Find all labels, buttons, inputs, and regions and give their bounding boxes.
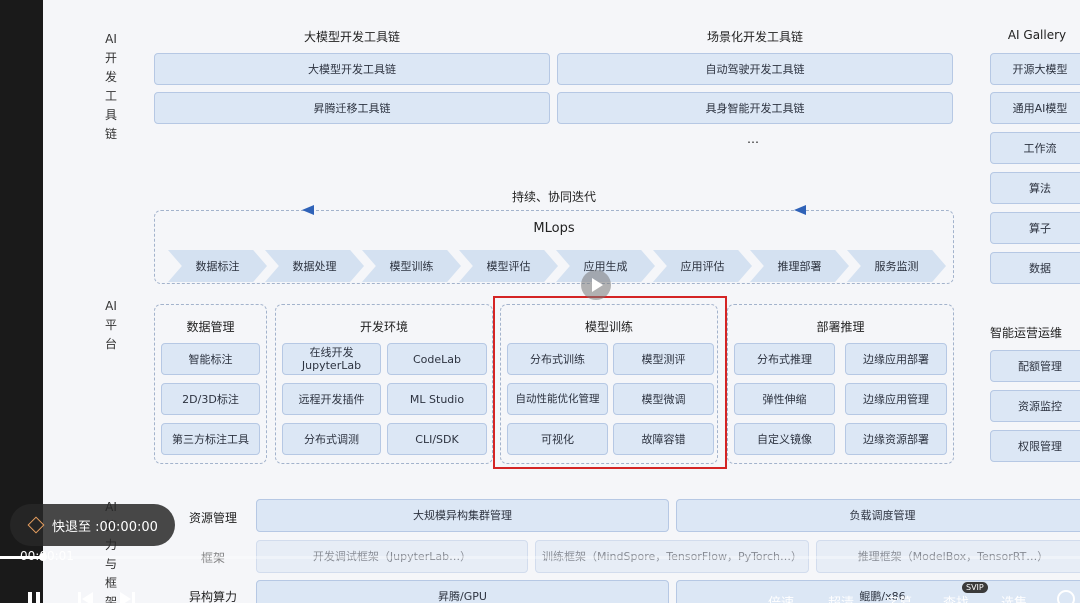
deploy-item: 边缘应用部署	[845, 343, 947, 375]
dev-env-item: CodeLab	[387, 343, 487, 375]
dev-env-item: 在线开发 JupyterLab	[282, 343, 381, 375]
toolchain-item: 具身智能开发工具链	[557, 92, 953, 124]
toolchain-item: 昇腾迁移工具链	[154, 92, 550, 124]
fast-forward-text: 快退至 :00:00:00	[52, 519, 158, 535]
dev-env-item: 分布式调测	[282, 423, 381, 455]
subtitle-button[interactable]: 字幕	[886, 592, 912, 603]
dev-env-title: 开发环境	[359, 320, 408, 334]
next-icon[interactable]	[120, 592, 136, 603]
deploy-item: 自定义镜像	[734, 423, 835, 455]
data-mgmt-item: 智能标注	[161, 343, 260, 375]
platform-side-label: AI平台	[104, 299, 117, 351]
dev-env-item: CLI/SDK	[387, 423, 487, 455]
infra-row-label: 异构算力	[188, 590, 237, 603]
data-mgmt-item: 第三方标注工具	[161, 423, 260, 455]
mlops-step: 模型训练	[362, 250, 461, 282]
mlops-step: 服务监测	[847, 250, 946, 282]
toolchain-col1-title: 大模型开发工具链	[303, 30, 400, 44]
ops-item: 权限管理	[990, 430, 1080, 462]
highlight-frame	[493, 296, 727, 469]
deploy-title: 部署推理	[816, 320, 865, 334]
progress-bar[interactable]	[0, 556, 1080, 559]
center-play-button[interactable]	[581, 270, 611, 300]
deploy-item: 边缘资源部署	[845, 423, 947, 455]
ops-item: 资源监控	[990, 390, 1080, 422]
gallery-item: 通用AI模型	[990, 92, 1080, 124]
mlops-title: MLops	[533, 221, 575, 236]
gallery-item: 工作流	[990, 132, 1080, 164]
infra-item: 大规模异构集群管理	[256, 499, 669, 532]
gallery-item: 数据	[990, 252, 1080, 284]
deploy-item: 分布式推理	[734, 343, 835, 375]
mlops-step: 应用评估	[653, 250, 752, 282]
gallery-item: 开源大模型	[990, 53, 1080, 85]
episodes-button[interactable]: 选集	[1001, 592, 1027, 603]
search-button[interactable]: 查找	[943, 592, 969, 603]
settings-icon[interactable]	[1057, 590, 1075, 603]
toolchain-ellipsis: …	[747, 132, 759, 146]
mlops-iterate-label: 持续、协同迭代	[511, 190, 596, 204]
loop-arrow-icon	[302, 205, 314, 215]
play-icon	[592, 278, 603, 292]
mlops-step: 数据处理	[265, 250, 364, 282]
mlops-step: 模型评估	[459, 250, 558, 282]
toolchain-item: 自动驾驶开发工具链	[557, 53, 953, 85]
ops-title: 智能运营运维	[990, 326, 1063, 340]
dev-env-item: ML Studio	[387, 383, 487, 415]
pause-icon[interactable]	[28, 592, 42, 603]
dev-env-item: 远程开发插件	[282, 383, 381, 415]
progress-fill	[0, 556, 44, 559]
mlops-step: 推理部署	[750, 250, 849, 282]
infra-item: 负载调度管理	[676, 499, 1080, 532]
infra-item: 昇腾/GPU	[256, 580, 669, 603]
data-mgmt-title: 数据管理	[186, 320, 235, 334]
gallery-item: 算法	[990, 172, 1080, 204]
speed-button[interactable]: 倍速	[768, 592, 794, 603]
presentation-slide: AI开发工具链 大模型开发工具链 场景化开发工具链 大模型开发工具链 昇腾迁移工…	[43, 0, 1080, 603]
toolchain-side-label: AI开发工具链	[104, 32, 117, 141]
deploy-item: 弹性伸缩	[734, 383, 835, 415]
mlops-step: 数据标注	[168, 250, 267, 282]
diamond-icon	[27, 516, 45, 534]
toolchain-col2-title: 场景化开发工具链	[706, 30, 803, 44]
toolchain-item: 大模型开发工具链	[154, 53, 550, 85]
ops-item: 配额管理	[990, 350, 1080, 382]
infra-row-label: 资源管理	[188, 511, 237, 525]
quality-button[interactable]: 超清	[828, 592, 854, 603]
previous-icon[interactable]	[78, 592, 94, 603]
fast-forward-toast: 快退至 :00:00:00	[10, 504, 175, 546]
gallery-item: 算子	[990, 212, 1080, 244]
loop-arrow-icon	[794, 205, 806, 215]
data-mgmt-item: 2D/3D标注	[161, 383, 260, 415]
gallery-title: AI Gallery	[1007, 28, 1067, 42]
deploy-item: 边缘应用管理	[845, 383, 947, 415]
